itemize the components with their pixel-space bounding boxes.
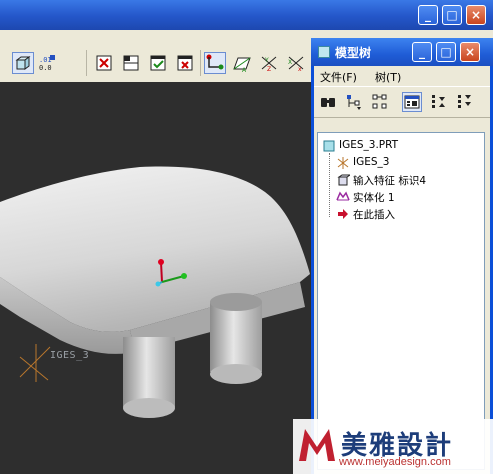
solid-view-icon[interactable] bbox=[12, 52, 34, 74]
tree-close-button[interactable]: × bbox=[460, 42, 480, 62]
csys-toggle-icon[interactable] bbox=[174, 52, 196, 74]
collapse-icon[interactable] bbox=[454, 92, 474, 112]
model-tree-menubar: 文件(F) 树(T) bbox=[314, 66, 490, 86]
watermark-url: www.meiyadesign.com bbox=[339, 456, 451, 468]
main-minimize-button[interactable]: _ bbox=[418, 5, 438, 25]
insert-here-arrow-icon bbox=[336, 207, 350, 221]
tree-connector bbox=[329, 153, 331, 217]
watermark-m-icon bbox=[299, 429, 335, 461]
tree-maximize-button[interactable]: □ bbox=[436, 42, 456, 62]
graphics-viewport[interactable]: IGES_3 bbox=[0, 82, 313, 474]
zoom-ratio-icon[interactable]: .01 0.0 bbox=[36, 52, 58, 74]
svg-text:Y: Y bbox=[264, 57, 269, 64]
tree-minimize-button[interactable]: _ bbox=[412, 42, 432, 62]
settings-icon[interactable] bbox=[370, 92, 390, 112]
import-feature-icon bbox=[336, 173, 352, 187]
watermark-logo: 美雅設計 www.meiyadesign.com bbox=[293, 419, 493, 474]
part-icon bbox=[322, 139, 336, 153]
window-icon bbox=[318, 46, 330, 58]
svg-text:.01: .01 bbox=[39, 56, 52, 64]
find-icon[interactable] bbox=[318, 92, 338, 112]
menu-file[interactable]: 文件(F) bbox=[320, 69, 357, 85]
tree-root-label: IGES_3.PRT bbox=[339, 139, 399, 151]
tree-item-label: 输入特征 标识4 bbox=[353, 175, 427, 187]
menu-tree[interactable]: 树(T) bbox=[375, 69, 401, 85]
datum-plane-toggle-icon[interactable] bbox=[93, 52, 115, 74]
model-tree-title: 模型树 bbox=[335, 46, 372, 60]
main-close-button[interactable]: × bbox=[466, 5, 486, 25]
main-maximize-button[interactable]: □ bbox=[442, 5, 462, 25]
csys-icon bbox=[336, 156, 350, 170]
tree-item-label: 在此插入 bbox=[353, 209, 395, 221]
svg-text:x: x bbox=[298, 66, 302, 73]
columns-icon[interactable] bbox=[402, 92, 422, 112]
tree-item-label: 实体化 1 bbox=[353, 192, 395, 204]
model-tree-toggle-icon[interactable] bbox=[147, 52, 169, 74]
toolbar-separator bbox=[86, 50, 87, 76]
solidify-icon bbox=[336, 190, 350, 204]
svg-text:0.0: 0.0 bbox=[39, 64, 52, 72]
datum-plane-icon[interactable]: A bbox=[231, 52, 253, 74]
datum-point-icon[interactable]: Xx bbox=[285, 52, 307, 74]
svg-text:Z: Z bbox=[267, 66, 271, 73]
toolbar-separator bbox=[200, 50, 201, 76]
csys-label: IGES_3 bbox=[50, 350, 90, 361]
datum-axis-toggle-icon[interactable] bbox=[120, 52, 142, 74]
model-tree-body: 文件(F) 树(T) IGES_3.PRT IGES_3 输入特征 标识4 实体… bbox=[314, 66, 490, 474]
show-icon[interactable] bbox=[344, 92, 364, 112]
expand-icon[interactable] bbox=[428, 92, 448, 112]
model-tree-window: 模型树 _ □ × 文件(F) 树(T) IGES_3.PRT IGES_3 输… bbox=[311, 38, 493, 474]
model-tree-titlebar[interactable]: 模型树 _ □ × bbox=[311, 38, 493, 66]
svg-text:X: X bbox=[288, 59, 292, 66]
datum-axis-icon[interactable]: YZ bbox=[258, 52, 280, 74]
tree-item-label: IGES_3 bbox=[353, 156, 390, 168]
model-tree-toolbar bbox=[314, 86, 490, 118]
spin-center-icon[interactable] bbox=[204, 52, 226, 74]
main-window-titlebar: _ □ × bbox=[0, 0, 493, 30]
3d-model-render bbox=[0, 166, 310, 418]
